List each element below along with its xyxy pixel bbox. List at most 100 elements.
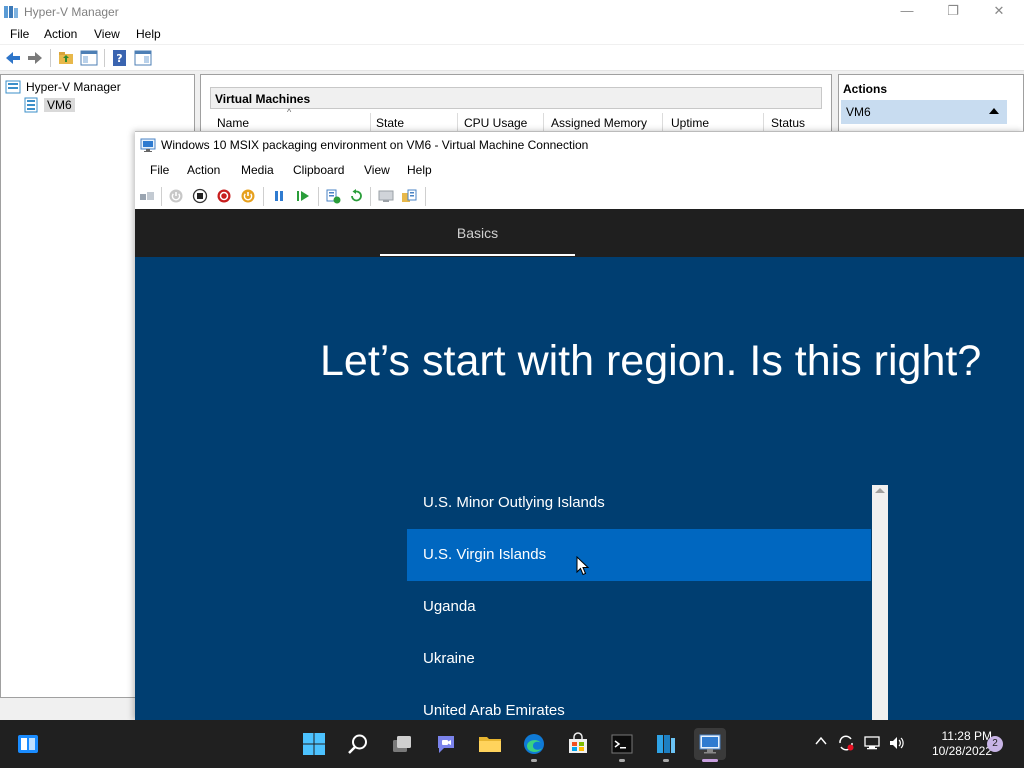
volume-icon[interactable] — [887, 734, 907, 754]
sort-ascending-icon: ^ — [287, 107, 292, 117]
shut-down-icon[interactable] — [216, 188, 232, 204]
back-icon[interactable] — [4, 49, 22, 67]
server-icon — [24, 97, 38, 113]
chat-icon — [438, 736, 454, 753]
sync-status-icon — [839, 735, 854, 751]
scroll-up-arrow-icon[interactable] — [875, 488, 885, 493]
column-header-name[interactable]: Name — [217, 116, 249, 130]
folder-up-icon[interactable] — [57, 49, 75, 67]
task-view-button[interactable] — [386, 728, 418, 760]
system-clock[interactable]: 11:28 PM 10/28/2022 — [912, 729, 992, 759]
region-list-item[interactable]: United Arab Emirates — [407, 685, 871, 720]
vm-connection-menubar: File Action Media Clipboard View Help — [135, 159, 1024, 181]
region-list: U.S. Minor Outlying Islands U.S. Virgin … — [407, 485, 871, 720]
menu-action[interactable]: Action — [44, 27, 77, 41]
forward-icon[interactable] — [26, 49, 44, 67]
column-separator[interactable] — [543, 113, 544, 131]
tree-item-hyperv-manager[interactable]: Hyper-V Manager — [5, 78, 121, 96]
tree-item-vm6[interactable]: VM6 — [23, 96, 75, 114]
hyperv-manager-icon — [657, 735, 675, 753]
toolbar-separator — [161, 187, 162, 206]
widgets-button[interactable] — [12, 728, 44, 760]
column-header-cpu-usage[interactable]: CPU Usage — [464, 116, 527, 130]
tree-item-label: Hyper-V Manager — [26, 80, 121, 94]
search-button[interactable] — [342, 728, 374, 760]
column-header-assigned-memory[interactable]: Assigned Memory — [551, 116, 647, 130]
clock-time: 11:28 PM — [941, 729, 992, 743]
start-button[interactable] — [298, 728, 330, 760]
sync-icon[interactable] — [836, 734, 856, 754]
notification-badge[interactable]: 2 — [987, 736, 1003, 752]
region-list-item[interactable]: Ukraine — [407, 633, 871, 685]
toolbar-separator — [318, 187, 319, 206]
minimize-button[interactable]: — — [884, 0, 930, 24]
hyperv-manager-taskbar-button[interactable] — [650, 728, 682, 762]
menu-media[interactable]: Media — [241, 163, 274, 177]
running-indicator — [619, 759, 625, 762]
toolbar-separator — [50, 49, 51, 67]
region-list-item[interactable]: U.S. Minor Outlying Islands — [407, 477, 871, 529]
show-hide-tree-icon[interactable] — [80, 49, 98, 67]
pause-icon[interactable] — [271, 188, 287, 204]
save-icon[interactable] — [240, 188, 256, 204]
menu-help[interactable]: Help — [407, 163, 432, 177]
resume-icon[interactable] — [295, 188, 311, 204]
network-icon[interactable] — [862, 734, 882, 754]
terminal-button[interactable] — [606, 728, 638, 762]
region-list-item-selected[interactable]: U.S. Virgin Islands — [407, 529, 871, 581]
actions-vm-section[interactable]: VM6 — [841, 100, 1007, 124]
column-separator[interactable] — [763, 113, 764, 131]
oobe-heading: Let’s start with region. Is this right? — [320, 337, 982, 385]
menu-view[interactable]: View — [364, 163, 390, 177]
column-header-state[interactable]: State — [376, 116, 404, 130]
edge-button[interactable] — [518, 728, 550, 762]
restore-button[interactable]: ❐ — [930, 0, 976, 24]
hyperv-titlebar: Hyper-V Manager — ❐ ✕ — [0, 0, 1024, 24]
collapse-arrow-icon[interactable] — [989, 108, 999, 114]
menu-action[interactable]: Action — [187, 163, 220, 177]
enhanced-session-icon[interactable] — [378, 188, 394, 204]
virtual-machines-header: Virtual Machines — [210, 87, 822, 109]
tree-item-label: VM6 — [44, 98, 75, 112]
close-button[interactable]: ✕ — [976, 0, 1022, 24]
show-hide-action-pane-icon[interactable] — [134, 49, 152, 67]
file-explorer-button[interactable] — [474, 728, 506, 760]
column-header-uptime[interactable]: Uptime — [671, 116, 709, 130]
help-icon[interactable]: ? — [111, 49, 129, 67]
store-icon — [569, 732, 587, 753]
column-header-status[interactable]: Status — [771, 116, 805, 130]
ctrl-alt-del-icon[interactable] — [139, 188, 155, 204]
vm-connection-icon — [699, 734, 721, 754]
running-indicator — [663, 759, 669, 762]
menu-help[interactable]: Help — [136, 27, 161, 41]
task-view-icon — [393, 736, 411, 752]
taskbar: 11:28 PM 10/28/2022 — [0, 720, 1024, 768]
region-list-scrollbar[interactable] — [872, 485, 888, 720]
show-hidden-icons-icon — [815, 736, 827, 745]
vm-connection-icon — [140, 138, 156, 152]
hyperv-menubar: File Action View Help — [0, 24, 1024, 44]
chevron-up-icon[interactable] — [811, 734, 831, 754]
menu-clipboard[interactable]: Clipboard — [293, 163, 344, 177]
speaker-icon — [890, 737, 904, 749]
terminal-icon — [611, 734, 633, 754]
checkpoint-icon[interactable] — [325, 188, 341, 204]
menu-file[interactable]: File — [150, 163, 169, 177]
share-icon[interactable] — [401, 188, 417, 204]
column-separator[interactable] — [370, 113, 371, 131]
menu-view[interactable]: View — [94, 27, 120, 41]
menu-file[interactable]: File — [10, 27, 29, 41]
revert-icon[interactable] — [348, 188, 364, 204]
region-list-item[interactable]: Uganda — [407, 581, 871, 633]
hyperv-statusbar — [0, 698, 135, 720]
column-separator[interactable] — [457, 113, 458, 131]
teams-chat-button[interactable] — [430, 728, 462, 760]
store-button[interactable] — [562, 728, 594, 760]
start-icon[interactable] — [168, 188, 184, 204]
turn-off-icon[interactable] — [192, 188, 208, 204]
virtual-machines-pane: Virtual Machines Name ^ State CPU Usage … — [200, 74, 832, 134]
vm-column-headers: Name ^ State CPU Usage Assigned Memory U… — [210, 107, 822, 133]
vm-connection-taskbar-button[interactable] — [694, 728, 726, 762]
edge-browser-icon — [524, 734, 544, 754]
column-separator[interactable] — [662, 113, 663, 131]
